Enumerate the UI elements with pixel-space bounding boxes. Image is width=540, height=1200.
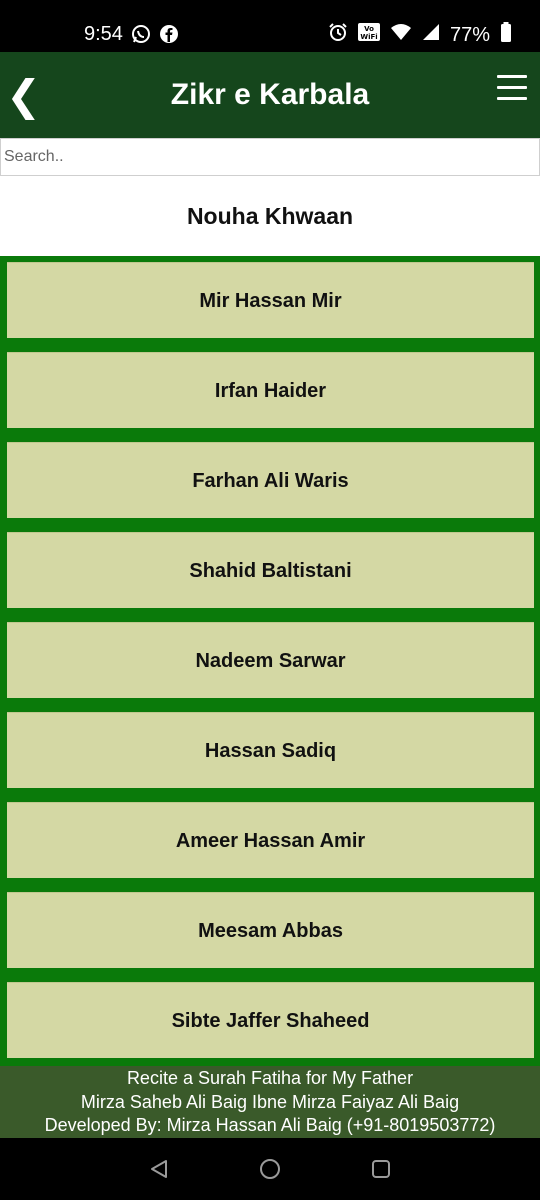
list-item[interactable]: Hassan Sadiq <box>7 712 534 788</box>
section-title: Nouha Khwaan <box>0 176 540 256</box>
app-title: Zikr e Karbala <box>170 78 370 111</box>
status-time: 9:54 <box>84 23 123 45</box>
reciter-list: Mir Hassan Mir Irfan Haider Farhan Ali W… <box>0 256 540 1067</box>
footer-line-developer: Developed By: Mirza Hassan Ali Baig (+91… <box>44 1115 496 1135</box>
footer-line-father: Mirza Saheb Ali Baig Ibne Mirza Faiyaz A… <box>80 1091 460 1112</box>
signal-icon <box>422 23 440 47</box>
hamburger-menu-icon[interactable] <box>497 75 529 107</box>
footer: Recite a Surah Fatiha for My Father Mirz… <box>0 1066 540 1138</box>
list-item[interactable]: Shahid Baltistani <box>7 532 534 608</box>
list-item[interactable]: Sibte Jaffer Shaheed <box>7 982 534 1058</box>
battery-icon <box>500 22 512 48</box>
wifi-icon <box>390 23 412 47</box>
svg-text:WiFi: WiFi <box>360 33 377 41</box>
app-bar: ❮ Zikr e Karbala <box>0 52 540 138</box>
list-item[interactable]: Ameer Hassan Amir <box>7 802 534 878</box>
list-item[interactable]: Meesam Abbas <box>7 892 534 968</box>
nav-home-icon[interactable] <box>259 1158 281 1185</box>
nav-back-icon[interactable] <box>148 1158 170 1185</box>
search-bar <box>0 138 540 176</box>
facebook-icon <box>159 24 179 49</box>
nav-recents-icon[interactable] <box>370 1158 392 1185</box>
svg-text:Vo: Vo <box>364 25 374 33</box>
whatsapp-icon <box>131 24 151 49</box>
system-nav-bar <box>0 1138 540 1200</box>
list-item[interactable]: Farhan Ali Waris <box>7 442 534 518</box>
list-item[interactable]: Irfan Haider <box>7 352 534 428</box>
status-bar: 9:54 Vo WiFi 77% <box>0 0 540 52</box>
footer-line-dedication: Recite a Surah Fatiha for My Father <box>126 1068 414 1088</box>
alarm-icon <box>328 22 348 48</box>
vowifi-icon: Vo WiFi <box>357 23 380 47</box>
search-input[interactable] <box>1 139 539 175</box>
battery-level: 77% <box>449 23 490 46</box>
list-item[interactable]: Nadeem Sarwar <box>7 622 534 698</box>
list-item[interactable]: Mir Hassan Mir <box>7 262 534 338</box>
